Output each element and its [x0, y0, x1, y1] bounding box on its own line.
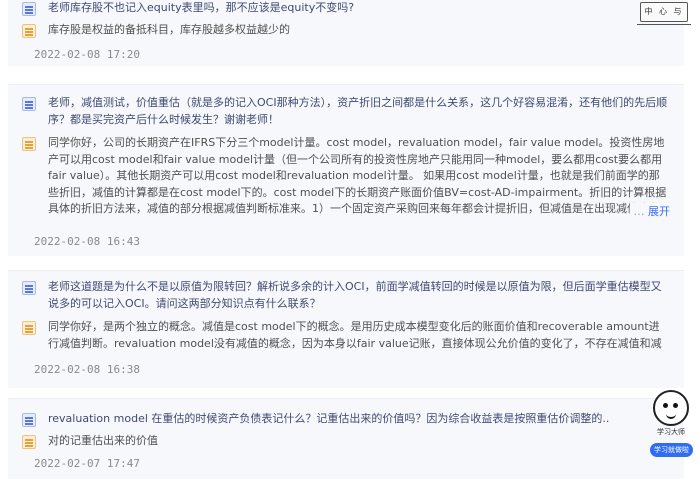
answer-text: 同学你好，公司的长期资产在IFRS下分三个model计量。cost model，…	[48, 136, 667, 215]
qa-list: 老师库存股不也记入equity表里吗，那不应该是equity不变吗? 库存股是权…	[0, 0, 700, 479]
expand-link[interactable]: 展开	[629, 203, 670, 219]
question-text: 老师，减值测试，价值重估（就是多的记入OCI那种方法），资产折旧之间都是什么关系…	[48, 96, 668, 126]
mascot-icon[interactable]	[653, 390, 689, 426]
question-text: 老师这道题是为什么不是以原值为限转回？解析说多余的计入OCI，前面学减值转回的时…	[48, 280, 662, 310]
answer-icon	[22, 137, 36, 151]
qa-card: 老师库存股不也记入equity表里吗，那不应该是equity不变吗? 库存股是权…	[8, 0, 684, 66]
question-icon	[22, 2, 36, 16]
question-text: 老师库存股不也记入equity表里吗，那不应该是equity不变吗?	[48, 1, 355, 14]
answer-text: 库存股是权益的备抵科目，库存股越多权益越少的	[48, 23, 290, 36]
brand-logo: 中 心 与	[637, 2, 691, 25]
timestamp: 2022-02-08 17:20	[34, 48, 140, 61]
timestamp: 2022-02-08 16:43	[34, 235, 140, 248]
timestamp: 2022-02-07 17:47	[34, 457, 140, 470]
qa-card: revaluation model 在重估的时候资产负债表记什么？记重估出来的价…	[8, 398, 684, 479]
timestamp: 2022-02-08 16:38	[34, 363, 140, 376]
question-text: revaluation model 在重估的时候资产负债表记什么？记重估出来的价…	[48, 412, 610, 425]
qa-card: 老师这道题是为什么不是以原值为限转回？解析说多余的计入OCI，前面学减值转回的时…	[8, 270, 684, 388]
question-icon	[22, 97, 36, 111]
helper-name: 学习大师	[657, 428, 685, 436]
question-icon	[22, 413, 36, 427]
question-icon	[22, 281, 36, 295]
answer-text: 对的记重估出来的价值	[48, 434, 158, 447]
answer-icon	[22, 24, 36, 38]
answer-icon	[22, 435, 36, 449]
study-helper-widget[interactable]: 学习大师 学习就做啦	[650, 390, 693, 457]
helper-button[interactable]: 学习就做啦	[650, 443, 693, 457]
qa-card: 老师，减值测试，价值重估（就是多的记入OCI那种方法），资产折旧之间都是什么关系…	[8, 84, 684, 256]
answer-text: 同学你好，是两个独立的概念。减值是cost model下的概念。是用历史成本模型…	[48, 320, 662, 350]
answer-icon	[22, 321, 36, 335]
